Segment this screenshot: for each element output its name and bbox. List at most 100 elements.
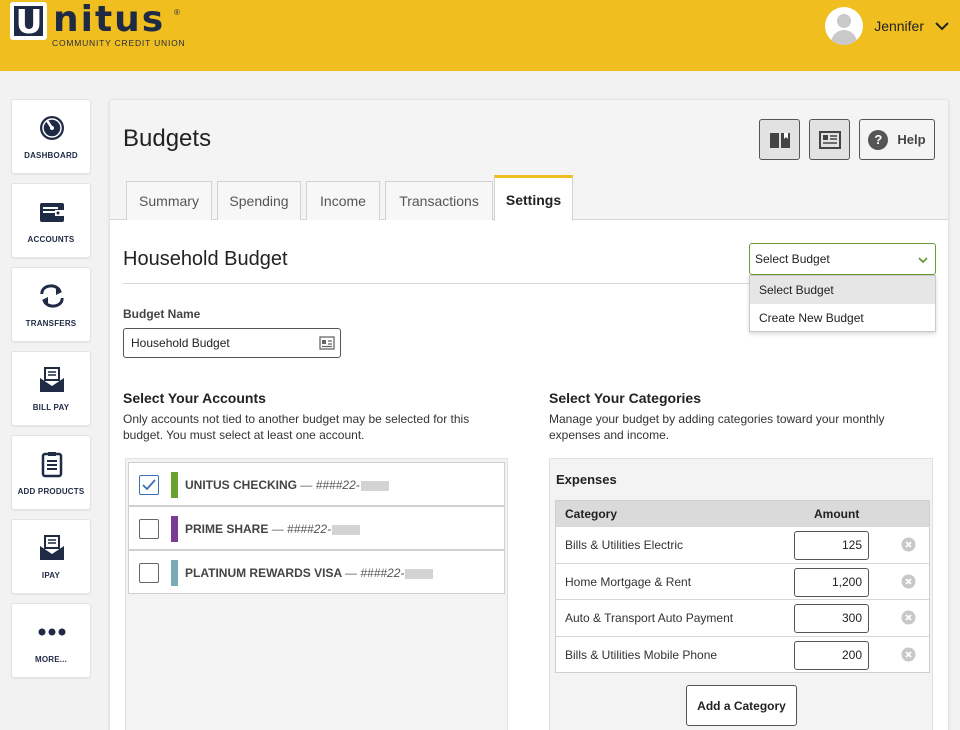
help-label: Help: [897, 132, 926, 147]
budget-dropdown-menu: Select Budget Create New Budget: [749, 275, 936, 332]
account-row-platinum-visa[interactable]: PLATINUM REWARDS VISA — ####22-: [128, 550, 505, 594]
remove-icon[interactable]: [901, 574, 916, 589]
masked-digits: [332, 524, 361, 535]
nav-label: IPAY: [41, 571, 61, 580]
accounts-description: Only accounts not tied to another budget…: [123, 412, 470, 442]
nav-transfers[interactable]: TRANSFERS: [11, 267, 91, 342]
envelope-icon: [40, 367, 64, 392]
account-number: — ####22-: [300, 478, 360, 492]
panel-header: Budgets ? Help Summary Spending Income T…: [110, 100, 948, 221]
amount-input[interactable]: 1,200: [794, 567, 869, 597]
chevron-down-icon[interactable]: [934, 18, 950, 34]
side-nav: DASHBOARD ACCOUNTS TRANSFERS BILL PAY AD…: [11, 99, 91, 687]
header-amount: Amount: [814, 507, 860, 521]
account-number: — ####22-: [271, 522, 332, 536]
logo-letter: U: [15, 2, 43, 41]
add-category-button[interactable]: Add a Category: [686, 685, 797, 726]
tab-summary[interactable]: Summary: [126, 181, 212, 220]
account-row-prime-share[interactable]: PRIME SHARE — ####22-: [128, 506, 505, 550]
budget-section-title: Household Budget: [123, 248, 288, 270]
account-name: PRIME SHARE — ####22-: [185, 522, 361, 536]
envelope-icon: [40, 535, 64, 560]
print-button[interactable]: [809, 119, 850, 160]
account-checkbox[interactable]: [139, 563, 159, 583]
header-category: Category: [565, 507, 618, 521]
category-name: Auto & Transport Auto Payment: [565, 611, 734, 625]
nav-dashboard[interactable]: DASHBOARD: [11, 99, 91, 174]
category-name: Home Mortgage & Rent: [565, 574, 692, 589]
amount-input[interactable]: 125: [794, 531, 869, 560]
nav-label: TRANSFERS: [25, 319, 77, 328]
budget-name-value: Household Budget: [131, 336, 230, 350]
category-name: Bills & Utilities Electric: [565, 538, 684, 552]
logo-mark: U: [10, 2, 47, 41]
account-row-checking[interactable]: UNITUS CHECKING — ####22-: [128, 462, 505, 506]
guide-button[interactable]: [759, 119, 800, 160]
tab-income[interactable]: Income: [306, 181, 380, 220]
table-row: Bills & Utilities Mobile Phone 200: [556, 635, 929, 672]
clipboard-icon: [41, 452, 63, 478]
account-number: — ####22-: [345, 566, 405, 580]
remove-icon[interactable]: [901, 537, 916, 552]
nav-more[interactable]: MORE...: [11, 603, 91, 678]
account-checkbox[interactable]: [139, 475, 159, 495]
nav-add-products[interactable]: ADD PRODUCTS: [11, 435, 91, 510]
account-color-bar: [171, 516, 178, 542]
table-row: Bills & Utilities Electric 125: [556, 526, 929, 563]
select-budget-dropdown[interactable]: Select Budget: [749, 243, 936, 275]
nav-label: ACCOUNTS: [27, 235, 75, 244]
page-title: Budgets: [123, 125, 212, 152]
nav-ipay[interactable]: IPAY: [11, 519, 91, 594]
table-header: Category Amount: [556, 501, 929, 526]
account-name-text: PRIME SHARE: [185, 522, 269, 536]
accounts-title: Select Your Accounts: [123, 390, 266, 406]
nav-label: BILL PAY: [32, 403, 70, 412]
remove-icon[interactable]: [901, 610, 916, 625]
unitus-logo[interactable]: U nitus ® COMMUNITY CREDIT UNION: [10, 0, 185, 48]
remove-icon[interactable]: [901, 647, 916, 662]
nav-accounts[interactable]: ACCOUNTS: [11, 183, 91, 258]
masked-digits: [405, 568, 434, 579]
expenses-table: Category Amount Bills & Utilities Electr…: [555, 500, 930, 673]
logo-tagline: COMMUNITY CREDIT UNION: [52, 38, 186, 48]
table-row: Auto & Transport Auto Payment 300: [556, 599, 929, 636]
checkmark-icon: [142, 479, 156, 491]
tab-spending[interactable]: Spending: [217, 181, 301, 220]
more-icon: [38, 628, 66, 636]
account-color-bar: [171, 472, 178, 498]
tab-settings[interactable]: Settings: [494, 175, 573, 221]
account-name: UNITUS CHECKING — ####22-: [185, 478, 389, 492]
wallet-icon: [40, 203, 64, 222]
nav-bill-pay[interactable]: BILL PAY: [11, 351, 91, 426]
table-row: Home Mortgage & Rent 1,200: [556, 562, 929, 599]
chevron-down-icon: [918, 257, 928, 264]
dropdown-option-select-budget[interactable]: Select Budget: [750, 276, 935, 304]
help-button[interactable]: ? Help: [859, 119, 935, 160]
account-name-text: PLATINUM REWARDS VISA: [185, 566, 342, 580]
registered-mark: ®: [174, 8, 180, 17]
book-icon: [769, 132, 790, 148]
account-color-bar: [171, 560, 178, 586]
categories-description: Manage your budget by adding categories …: [549, 412, 885, 442]
expenses-title: Expenses: [556, 472, 617, 487]
amount-input[interactable]: 300: [794, 604, 869, 633]
categories-panel: Expenses Category Amount Bills & Utiliti…: [549, 458, 933, 730]
nav-label: ADD PRODUCTS: [17, 487, 85, 496]
amount-input[interactable]: 200: [794, 640, 869, 670]
category-name: Bills & Utilities Mobile Phone: [565, 647, 718, 662]
budgets-panel: Budgets ? Help Summary Spending Income T…: [109, 99, 949, 730]
budget-name-label: Budget Name: [123, 307, 201, 321]
account-checkbox[interactable]: [139, 519, 159, 539]
top-header: U nitus ® COMMUNITY CREDIT UNION Jennife…: [0, 0, 960, 71]
tab-transactions[interactable]: Transactions: [385, 181, 493, 220]
help-icon: ?: [868, 129, 889, 150]
accounts-list: UNITUS CHECKING — ####22- PRIME SHARE — …: [125, 458, 508, 730]
account-name-text: UNITUS CHECKING: [185, 478, 298, 492]
masked-digits: [360, 480, 389, 491]
avatar[interactable]: [825, 7, 864, 45]
id-card-icon: [319, 336, 335, 350]
dropdown-option-create-new-budget[interactable]: Create New Budget: [750, 304, 935, 332]
nav-label: MORE...: [34, 655, 68, 664]
budget-name-input[interactable]: Household Budget: [123, 328, 341, 358]
user-menu[interactable]: Jennifer: [825, 6, 950, 46]
